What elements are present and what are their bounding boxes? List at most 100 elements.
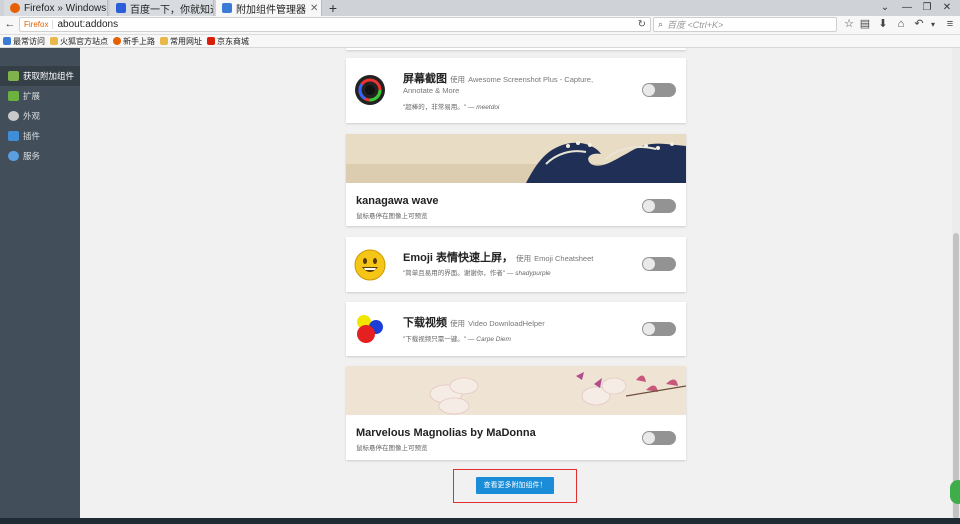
- see-more-addons-button[interactable]: 查看更多附加组件！: [476, 477, 554, 494]
- addon-card-magnolias[interactable]: Marvelous Magnolias by MaDonna 鼠标悬停在图像上可…: [346, 366, 686, 460]
- sidebar-item-label: 插件: [23, 131, 41, 141]
- floating-widget-icon[interactable]: [950, 480, 960, 504]
- close-icon[interactable]: ✕: [310, 3, 318, 14]
- home-icon[interactable]: ⌂: [894, 17, 908, 32]
- sidebar-item-label: 扩展: [23, 91, 41, 101]
- sidebar-item-plugins[interactable]: 插件: [0, 126, 80, 146]
- minimize-icon[interactable]: —: [896, 0, 918, 16]
- camera-lens-icon: [354, 74, 386, 106]
- bookmark-label: 火狐官方站点: [60, 36, 108, 46]
- addon-name: Emoji Cheatsheet: [534, 254, 594, 263]
- folder-icon: [160, 37, 168, 45]
- install-toggle[interactable]: [642, 83, 676, 97]
- sidebar-item-extensions[interactable]: 扩展: [0, 86, 80, 106]
- bookmark-label: 常用网址: [170, 36, 202, 46]
- addons-content: 屏幕截图 使用 Awesome Screenshot Plus - Captur…: [80, 48, 952, 524]
- tab-label: 百度一下，你就知道: [130, 4, 214, 16]
- url-bar[interactable]: Firefox about:addons ↻: [19, 17, 651, 32]
- identity-badge: Firefox: [20, 20, 54, 29]
- install-toggle[interactable]: [642, 199, 676, 213]
- addon-card-screenshot[interactable]: 屏幕截图 使用 Awesome Screenshot Plus - Captur…: [346, 58, 686, 123]
- url-text: about:addons: [57, 19, 119, 30]
- addon-name: Video DownloadHelper: [468, 319, 545, 328]
- sidebar-item-services[interactable]: 服务: [0, 146, 80, 166]
- highlight-frame: 查看更多附加组件！: [453, 469, 577, 503]
- tab-addons-manager[interactable]: 附加组件管理器 ✕: [216, 0, 322, 16]
- bookmark-star-icon[interactable]: ☆: [842, 17, 856, 32]
- sidebar-item-label: 获取附加组件: [23, 71, 75, 81]
- sidebar-item-get-addons[interactable]: 获取附加组件: [0, 66, 80, 86]
- firefox-icon: [113, 37, 121, 45]
- bookmarks-menu-icon[interactable]: ▤: [858, 17, 872, 32]
- tab-bar: Firefox » Windows 10 ... ✕ 百度一下，你就知道 ✕ 附…: [0, 0, 960, 16]
- tab-firefox-windows[interactable]: Firefox » Windows 10 ... ✕: [4, 0, 108, 16]
- reload-icon[interactable]: ↻: [638, 19, 646, 30]
- addon-title: Emoji 表情快速上屏，: [403, 252, 514, 264]
- addon-title: kanagawa wave: [356, 195, 439, 207]
- get-addons-icon: [8, 71, 19, 81]
- scrollbar[interactable]: [952, 48, 960, 524]
- install-toggle[interactable]: [642, 431, 676, 445]
- baidu-icon: [116, 3, 126, 13]
- puzzle-icon: [222, 3, 232, 13]
- bookmark-label: 京东商城: [217, 36, 249, 46]
- palette-icon: [8, 111, 19, 121]
- scrollbar-thumb[interactable]: [953, 233, 959, 519]
- downloads-icon[interactable]: ⬇: [876, 17, 890, 32]
- folder-icon: [3, 37, 11, 45]
- bookmark-getting-started[interactable]: 新手上路: [113, 36, 155, 47]
- theme-preview-image[interactable]: [346, 134, 686, 183]
- addon-title: 下载视频: [403, 317, 447, 329]
- sidebar-item-appearance[interactable]: 外观: [0, 106, 80, 126]
- window-close-icon[interactable]: ✕: [936, 0, 958, 16]
- addon-quote-author: Carpe Diem: [476, 336, 511, 343]
- search-input[interactable]: ⌕ 百度 <Ctrl+K>: [653, 17, 837, 32]
- addon-by-prefix: 使用: [450, 319, 466, 328]
- plugin-icon: [8, 131, 19, 141]
- bookmark-common-sites[interactable]: 常用网址: [160, 36, 202, 47]
- taskbar: [0, 518, 960, 524]
- install-toggle[interactable]: [642, 322, 676, 336]
- tab-label: Firefox » Windows 10 ...: [24, 2, 107, 14]
- bookmark-most-visited[interactable]: 最常访问: [3, 36, 45, 47]
- back-icon[interactable]: ←: [3, 17, 17, 32]
- list-tabs-icon[interactable]: ⌄: [874, 0, 896, 16]
- addon-by-prefix: 使用: [450, 75, 466, 84]
- addon-quote-author: meetdoi: [476, 104, 500, 111]
- addons-sidebar: 获取附加组件 扩展 外观 插件 服务: [0, 48, 80, 524]
- video-downloadhelper-icon: [354, 313, 386, 345]
- addon-quote: "简单且易用的界面。谢谢你，作者": [403, 270, 506, 277]
- folder-icon: [50, 37, 58, 45]
- smiley-icon: [354, 249, 386, 281]
- theme-preview-image[interactable]: [346, 366, 686, 415]
- bookmark-jd-mall[interactable]: 京东商城: [207, 36, 249, 47]
- sidebar-item-label: 服务: [23, 151, 41, 161]
- navigation-toolbar: ← Firefox about:addons ↻ ⌕ 百度 <Ctrl+K> ☆…: [0, 16, 960, 35]
- restore-icon[interactable]: ❐: [916, 0, 938, 16]
- tab-label: 附加组件管理器: [236, 4, 306, 16]
- addon-quote-author: shadypurple: [515, 270, 551, 277]
- addon-title: Marvelous Magnolias by MaDonna: [356, 427, 536, 439]
- firefox-icon: [10, 3, 20, 13]
- search-placeholder: 百度 <Ctrl+K>: [667, 20, 724, 30]
- install-toggle[interactable]: [642, 257, 676, 271]
- bookmark-label: 最常访问: [13, 36, 45, 46]
- undo-icon[interactable]: ↶: [912, 17, 926, 32]
- dropdown-icon[interactable]: ▾: [926, 17, 940, 32]
- jd-icon: [207, 37, 215, 45]
- new-tab-button[interactable]: +: [325, 0, 341, 16]
- menu-icon[interactable]: ≡: [943, 17, 957, 32]
- preview-hint: 鼠标悬停在图像上可预览: [356, 213, 428, 220]
- sidebar-item-label: 外观: [23, 111, 41, 121]
- addon-card-kanagawa-wave[interactable]: kanagawa wave 鼠标悬停在图像上可预览: [346, 134, 686, 226]
- addon-card-video-download[interactable]: 下载视频 使用 Video DownloadHelper "下载视频只需一键。"…: [346, 302, 686, 356]
- puzzle-icon: [8, 91, 19, 101]
- bookmark-label: 新手上路: [123, 36, 155, 46]
- addon-card-emoji[interactable]: Emoji 表情快速上屏， 使用 Emoji Cheatsheet "简单且易用…: [346, 237, 686, 292]
- bookmark-firefox-official[interactable]: 火狐官方站点: [50, 36, 108, 47]
- addon-quote: "下载视频只需一键。": [403, 336, 467, 343]
- cloud-icon: [8, 151, 19, 161]
- tab-baidu[interactable]: 百度一下，你就知道 ✕: [110, 0, 214, 16]
- preview-hint: 鼠标悬停在图像上可预览: [356, 445, 428, 452]
- bookmarks-toolbar: 最常访问 火狐官方站点 新手上路 常用网址 京东商城: [0, 35, 960, 48]
